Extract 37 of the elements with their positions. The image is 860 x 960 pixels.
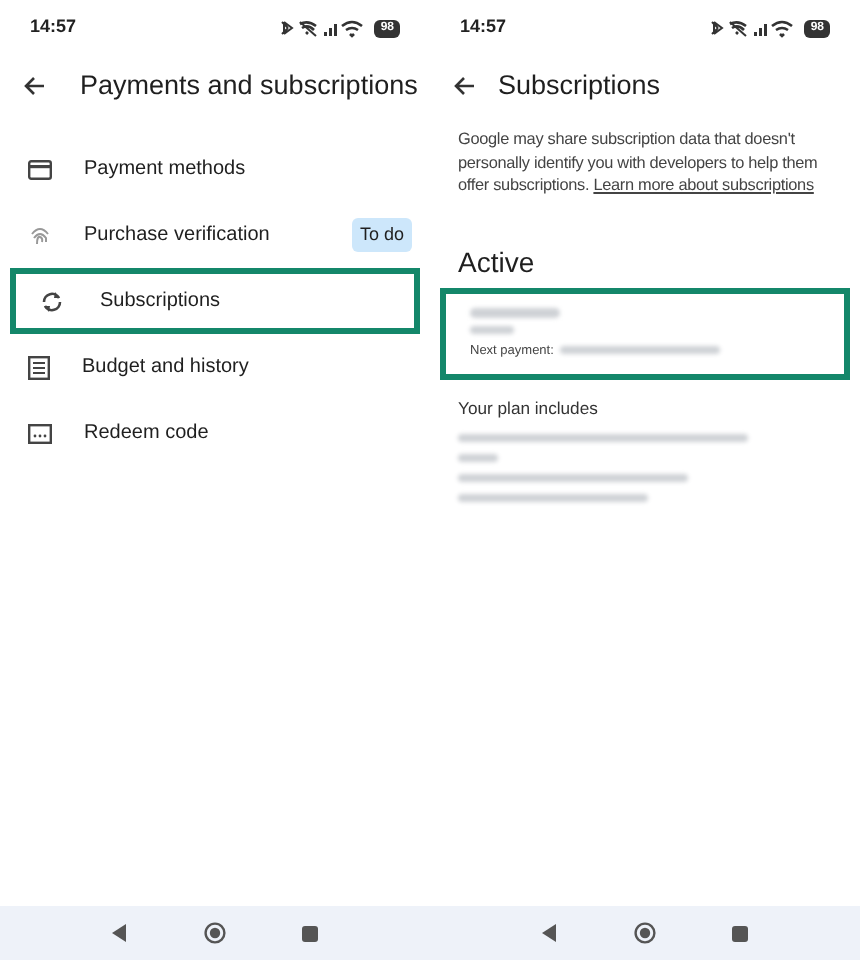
menu-item[interactable]: Payment methods	[10, 136, 420, 202]
plan-heading: Your plan includes	[456, 396, 600, 423]
intro-paragraph: Google may share subscription data that doesn't personally identify you with developers to help them offer subscriptions. Learn more about subscriptions	[456, 128, 820, 197]
back-button[interactable]	[20, 72, 48, 100]
home-nav-icon[interactable]	[204, 922, 226, 944]
section-heading: Active	[456, 243, 537, 281]
status-time: 14:57	[30, 14, 77, 41]
page-title: Payments and subscriptions	[80, 67, 418, 104]
sync-icon	[40, 289, 64, 313]
home-nav-icon[interactable]	[634, 922, 656, 944]
menu-item-label: Subscriptions	[100, 288, 223, 316]
menu-item-label: Budget and history	[82, 354, 251, 382]
fingerprint-icon	[28, 223, 52, 247]
menu-item-label: Purchase verification	[84, 222, 272, 250]
back-nav-icon[interactable]	[542, 924, 558, 942]
back-arrow-icon	[22, 74, 46, 98]
menu-item[interactable]: Subscriptions	[10, 268, 420, 334]
menu-item[interactable]: Budget and history	[10, 334, 420, 400]
redacted-text	[470, 307, 560, 317]
list-icon	[28, 355, 50, 379]
code-box-icon	[28, 423, 52, 443]
redacted-text	[470, 325, 514, 333]
menu-item-label: Payment methods	[84, 156, 248, 184]
back-button[interactable]	[450, 72, 478, 100]
recents-nav-icon[interactable]	[732, 925, 748, 941]
redacted-text	[458, 454, 498, 463]
menu-item-label: Redeem code	[84, 420, 211, 448]
recents-nav-icon[interactable]	[302, 925, 318, 941]
menu-item[interactable]: Purchase verification To do	[10, 202, 420, 268]
card-icon	[28, 159, 52, 179]
status-time: 14:57	[460, 14, 507, 41]
menu-item[interactable]: Redeem code	[10, 400, 420, 466]
page-title: Subscriptions	[498, 67, 661, 104]
back-arrow-icon	[452, 74, 476, 98]
learn-more-link[interactable]: Learn more about subscriptions	[593, 176, 814, 194]
back-nav-icon[interactable]	[112, 924, 128, 942]
status-badge: To do	[351, 217, 412, 253]
